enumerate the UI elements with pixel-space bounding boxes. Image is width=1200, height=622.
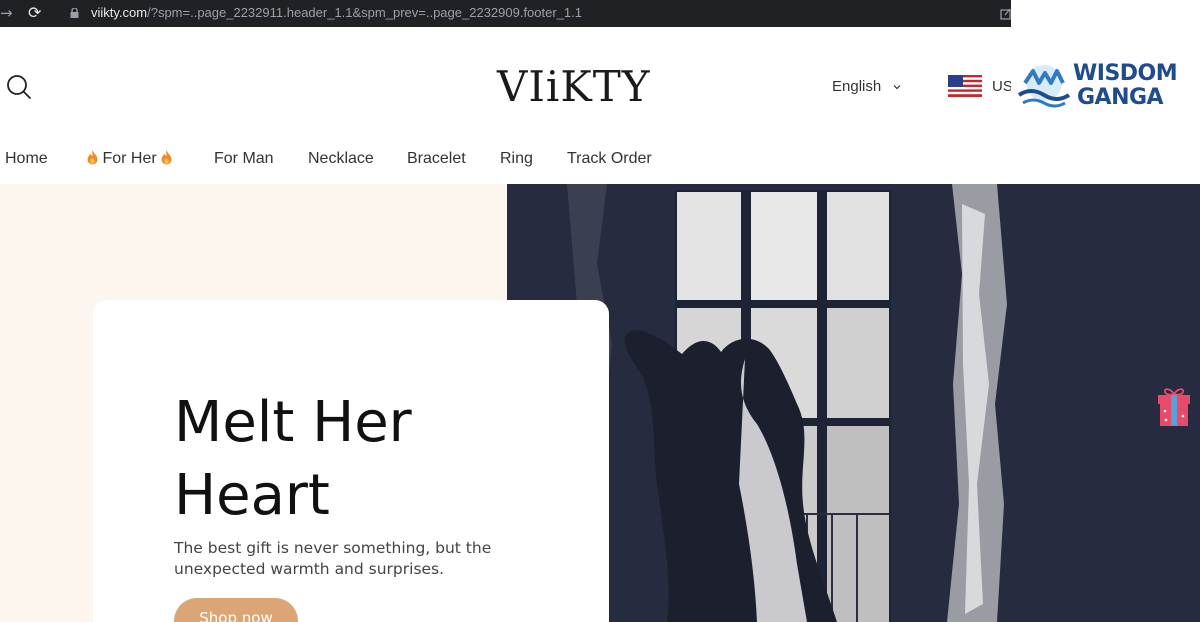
reload-icon[interactable]: ⟳ <box>28 3 46 23</box>
site-logo[interactable]: VIiKTY <box>497 62 672 112</box>
search-icon[interactable] <box>6 74 32 100</box>
gift-icon[interactable] <box>1156 386 1192 428</box>
watermark-line2: GANGA <box>1077 85 1164 110</box>
watermark-logo: WISDOM GANGA <box>1011 0 1200 126</box>
hero-headline-line2: Heart <box>174 463 330 528</box>
share-icon[interactable] <box>1000 6 1011 20</box>
fire-icon <box>161 150 172 165</box>
country-label[interactable]: US <box>992 77 1013 97</box>
language-selector[interactable]: English <box>832 77 901 97</box>
url-path: /?spm=..page_2232911.header_1.1&spm_prev… <box>147 5 582 20</box>
hero-headline: Melt Her Heart <box>174 386 594 532</box>
watermark-line1: WISDOM <box>1073 61 1178 86</box>
nav-item-for-man[interactable]: For Man <box>214 146 274 172</box>
lock-icon <box>70 8 79 18</box>
hero-photo <box>507 184 1200 622</box>
url-host: viikty.com <box>91 5 148 20</box>
fire-icon <box>87 150 98 165</box>
us-flag-icon[interactable] <box>948 75 982 97</box>
nav-item-for-her[interactable]: For Her <box>87 146 172 172</box>
hero-headline-line1: Melt Her <box>174 390 412 455</box>
wave-logo-icon <box>1017 65 1071 108</box>
back-arrow-icon[interactable]: → <box>0 3 14 23</box>
nav-item-ring[interactable]: Ring <box>500 146 533 172</box>
nav-item-track-order[interactable]: Track Order <box>567 146 652 172</box>
nav-item-home[interactable]: Home <box>5 146 48 172</box>
nav-item-necklace[interactable]: Necklace <box>308 146 374 172</box>
url-field[interactable]: viikty.com/?spm=..page_2232911.header_1.… <box>91 4 582 24</box>
browser-address-bar: → ⟳ viikty.com/?spm=..page_2232911.heade… <box>0 0 1011 27</box>
chevron-down-icon <box>893 85 901 90</box>
hero-subtext: The best gift is never something, but th… <box>174 539 492 578</box>
shop-now-button[interactable]: Shop now <box>174 598 298 622</box>
nav-item-for-her-label: For Her <box>102 150 157 167</box>
couple-silhouette-image <box>507 184 1200 622</box>
language-label: English <box>832 78 882 95</box>
nav-item-bracelet[interactable]: Bracelet <box>407 146 466 172</box>
